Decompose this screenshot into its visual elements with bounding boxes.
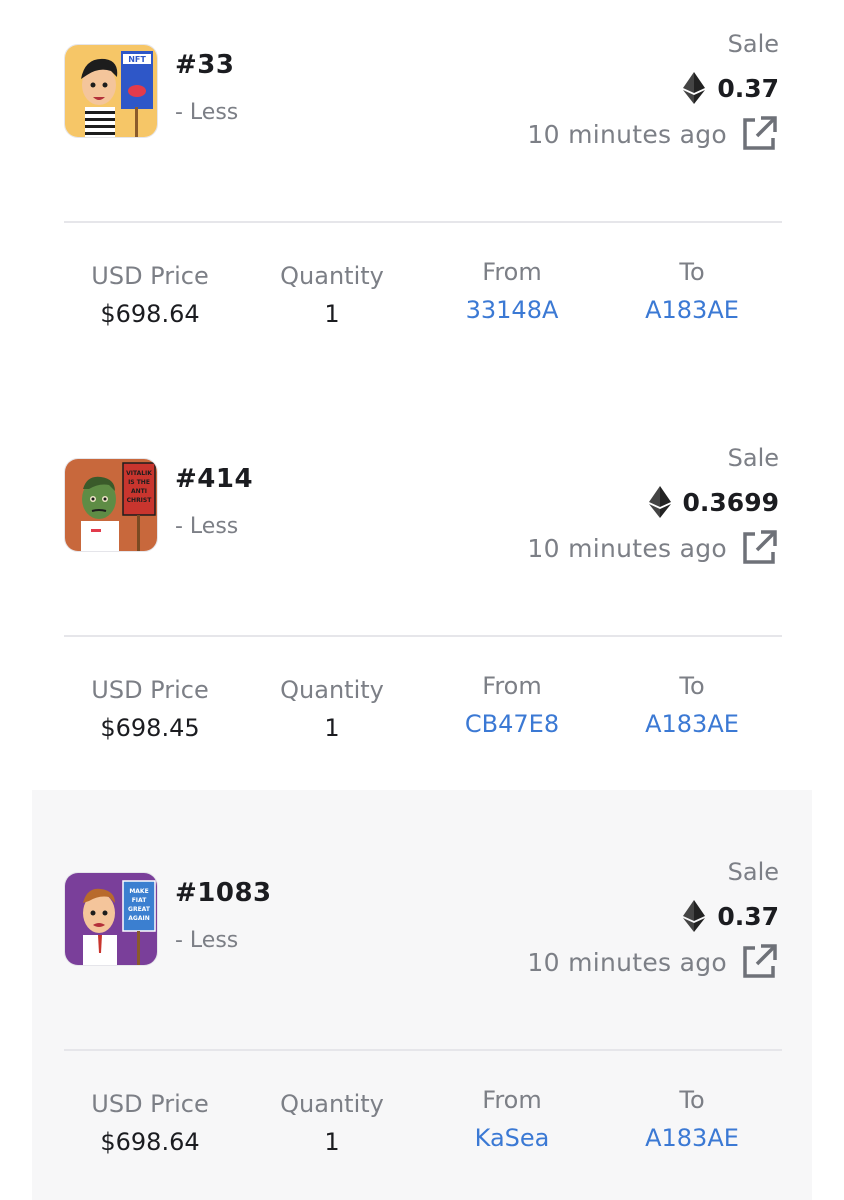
quantity-value: 1	[324, 300, 340, 328]
quantity-stat: Quantity 1	[242, 1090, 422, 1156]
time-row: 10 minutes ago	[527, 528, 779, 568]
from-stat: From CB47E8	[422, 672, 602, 738]
usd-price-stat: USD Price $698.64	[60, 1090, 240, 1156]
to-label: To	[679, 258, 705, 286]
sale-card-3: MAKE FIAT GREAT AGAIN #1083 - Less Sale …	[0, 790, 844, 1200]
usd-price-value: $698.64	[100, 300, 200, 328]
to-label: To	[679, 672, 705, 700]
event-type-label: Sale	[727, 858, 779, 886]
svg-text:ANTI: ANTI	[131, 488, 147, 495]
to-stat: To A183AE	[602, 1086, 782, 1152]
external-link-icon[interactable]	[739, 114, 779, 154]
token-id[interactable]: #1083	[175, 878, 272, 908]
svg-text:CHRIST: CHRIST	[127, 497, 153, 504]
time-row: 10 minutes ago	[527, 942, 779, 982]
svg-text:FIAT: FIAT	[132, 897, 148, 904]
svg-text:MAKE: MAKE	[129, 888, 148, 895]
to-stat: To A183AE	[602, 258, 782, 324]
from-stat: From 33148A	[422, 258, 602, 324]
to-stat: To A183AE	[602, 672, 782, 738]
time-ago: 10 minutes ago	[527, 533, 727, 563]
to-address-link[interactable]: A183AE	[602, 296, 782, 324]
svg-text:IS THE: IS THE	[128, 479, 150, 486]
ethereum-icon	[683, 900, 706, 932]
quantity-value: 1	[324, 1128, 340, 1156]
svg-text:GREAT: GREAT	[128, 906, 151, 913]
quantity-stat: Quantity 1	[242, 676, 422, 742]
from-address-link[interactable]: CB47E8	[422, 710, 602, 738]
usd-price-label: USD Price	[91, 676, 209, 704]
nft-thumbnail[interactable]: VITALIK IS THE ANTI CHRIST	[64, 458, 158, 552]
token-id[interactable]: #414	[175, 464, 253, 494]
divider	[64, 1049, 782, 1051]
divider	[64, 221, 782, 223]
sale-card-1: NFT #33 - Less Sale 0.37 10 minutes ago	[0, 0, 844, 414]
to-address-link[interactable]: A183AE	[602, 1124, 782, 1152]
usd-price-label: USD Price	[91, 1090, 209, 1118]
nft-thumbnail[interactable]: NFT	[64, 44, 158, 138]
from-stat: From KaSea	[422, 1086, 602, 1152]
usd-price-stat: USD Price $698.64	[60, 262, 240, 328]
event-type-label: Sale	[727, 30, 779, 58]
sale-details: USD Price $698.64 Quantity 1 From 33148A…	[60, 258, 780, 348]
from-address-link[interactable]: KaSea	[422, 1124, 602, 1152]
svg-text:VITALIK: VITALIK	[126, 470, 152, 477]
price-eth: 0.37	[717, 73, 779, 103]
ethereum-icon	[648, 486, 671, 518]
to-address-link[interactable]: A183AE	[602, 710, 782, 738]
ethereum-icon	[683, 72, 706, 104]
less-toggle[interactable]: - Less	[175, 514, 238, 539]
quantity-value: 1	[324, 714, 340, 742]
external-link-icon[interactable]	[739, 942, 779, 982]
usd-price-label: USD Price	[91, 262, 209, 290]
nft-artwork: NFT	[65, 45, 157, 137]
to-label: To	[679, 1086, 705, 1114]
time-row: 10 minutes ago	[527, 114, 779, 154]
from-address-link[interactable]: 33148A	[422, 296, 602, 324]
usd-price-stat: USD Price $698.45	[60, 676, 240, 742]
from-label: From	[482, 1086, 542, 1114]
time-ago: 10 minutes ago	[527, 947, 727, 977]
divider	[64, 635, 782, 637]
quantity-label: Quantity	[280, 676, 384, 704]
svg-text:AGAIN: AGAIN	[128, 915, 149, 922]
price-row: 0.37	[683, 72, 779, 104]
sale-details: USD Price $698.64 Quantity 1 From KaSea …	[60, 1086, 780, 1176]
sale-card-2: VITALIK IS THE ANTI CHRIST #414 - Less S…	[0, 414, 844, 828]
price-row: 0.3699	[648, 486, 779, 518]
from-label: From	[482, 672, 542, 700]
nft-thumbnail[interactable]: MAKE FIAT GREAT AGAIN	[64, 872, 158, 966]
event-type-label: Sale	[727, 444, 779, 472]
quantity-label: Quantity	[280, 1090, 384, 1118]
usd-price-value: $698.64	[100, 1128, 200, 1156]
usd-price-value: $698.45	[100, 714, 200, 742]
price-eth: 0.37	[717, 901, 779, 931]
nft-artwork: VITALIK IS THE ANTI CHRIST	[65, 459, 157, 551]
price-eth: 0.3699	[682, 487, 779, 517]
time-ago: 10 minutes ago	[527, 119, 727, 149]
less-toggle[interactable]: - Less	[175, 100, 238, 125]
price-row: 0.37	[683, 900, 779, 932]
less-toggle[interactable]: - Less	[175, 928, 238, 953]
nft-artwork: MAKE FIAT GREAT AGAIN	[65, 873, 157, 965]
token-id[interactable]: #33	[175, 50, 234, 80]
sale-details: USD Price $698.45 Quantity 1 From CB47E8…	[60, 672, 780, 762]
from-label: From	[482, 258, 542, 286]
external-link-icon[interactable]	[739, 528, 779, 568]
thumb-sign-text: NFT	[128, 55, 146, 64]
quantity-stat: Quantity 1	[242, 262, 422, 328]
quantity-label: Quantity	[280, 262, 384, 290]
